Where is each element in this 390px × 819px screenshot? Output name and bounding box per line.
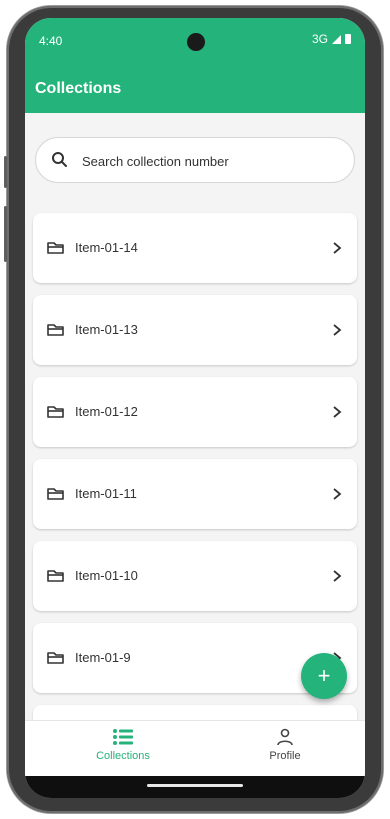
gesture-bar-area xyxy=(25,776,365,798)
network-label: 3G xyxy=(311,32,328,46)
app-screen: 4:40 3G Collections Item-01-14 xyxy=(25,18,365,798)
folder-icon xyxy=(47,240,65,256)
nav-collections-label: Collections xyxy=(96,750,150,762)
nav-profile-label: Profile xyxy=(269,750,301,762)
folder-icon xyxy=(47,568,65,584)
app-bar: Collections xyxy=(25,66,365,113)
collection-item[interactable]: Item-01-11 xyxy=(33,459,357,529)
collection-item[interactable]: Item-01-12 xyxy=(33,377,357,447)
power-button xyxy=(4,206,7,262)
list-icon xyxy=(113,729,133,745)
search-input[interactable] xyxy=(80,148,344,174)
front-camera xyxy=(187,33,205,51)
collection-item[interactable]: Item-01-10 xyxy=(33,541,357,611)
nav-profile[interactable]: Profile xyxy=(225,727,345,762)
signal-icon xyxy=(332,34,341,44)
chevron-right-icon xyxy=(331,322,343,338)
folder-icon xyxy=(47,486,65,502)
add-collection-button[interactable]: + xyxy=(301,653,347,699)
add-icon: + xyxy=(317,663,331,688)
folder-icon xyxy=(47,404,65,420)
chevron-right-icon xyxy=(331,240,343,256)
bottom-navigation: Collections Profile xyxy=(25,720,365,777)
home-indicator[interactable] xyxy=(147,784,243,787)
battery-icon xyxy=(345,34,351,44)
search-bar[interactable] xyxy=(35,137,355,183)
collection-label: Item-01-13 xyxy=(75,322,138,337)
chevron-right-icon xyxy=(331,404,343,420)
collection-label: Item-01-14 xyxy=(75,240,138,255)
folder-icon xyxy=(47,322,65,338)
nav-collections[interactable]: Collections xyxy=(63,727,183,762)
search-icon xyxy=(50,150,70,170)
page-title: Collections xyxy=(35,80,122,97)
collection-item-partial[interactable] xyxy=(33,705,357,720)
status-time: 4:40 xyxy=(39,34,63,48)
collection-label: Item-01-9 xyxy=(75,650,131,665)
collection-label: Item-01-12 xyxy=(75,404,138,419)
folder-icon xyxy=(47,650,65,666)
chevron-right-icon xyxy=(331,568,343,584)
collection-item[interactable]: Item-01-14 xyxy=(33,213,357,283)
collection-label: Item-01-10 xyxy=(75,568,138,583)
person-icon xyxy=(277,728,293,746)
collection-item[interactable]: Item-01-13 xyxy=(33,295,357,365)
chevron-right-icon xyxy=(331,486,343,502)
volume-button xyxy=(4,156,7,188)
status-bar: 4:40 3G xyxy=(25,18,365,66)
status-icons: 3G xyxy=(312,32,351,46)
collections-list: Item-01-14 Item-01-13 Item-01-12 xyxy=(25,113,365,720)
collection-label: Item-01-11 xyxy=(75,486,137,501)
